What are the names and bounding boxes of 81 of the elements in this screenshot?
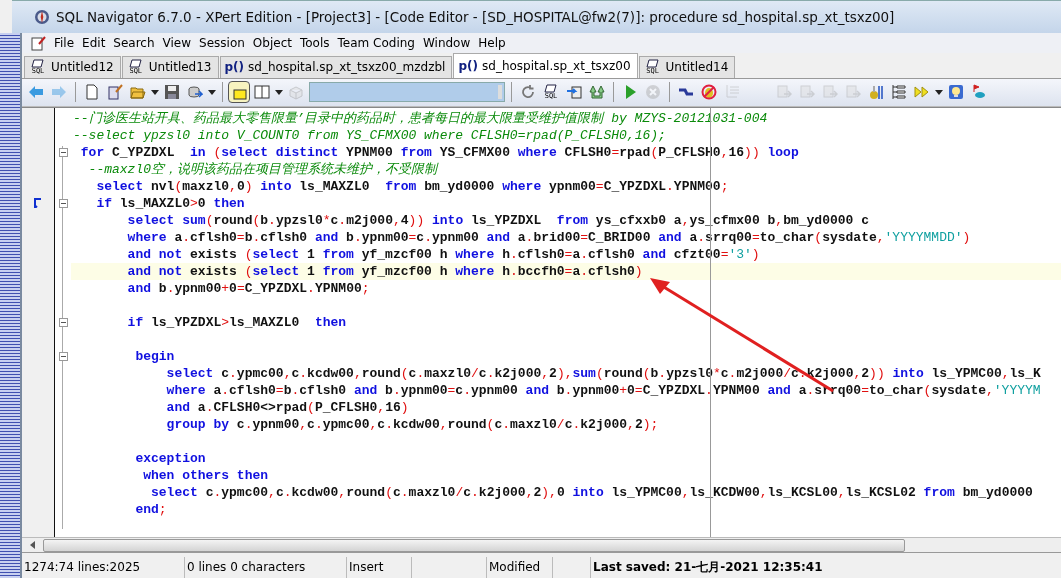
code-line: select nvl(maxzl0,0) into ls_MAXZL0 from bm_yd0000 where ypnm00=C_YPZDXL.YPNM00;	[95, 177, 730, 195]
procedure-icon: p()	[458, 58, 478, 73]
scroll-left-icon[interactable]	[30, 541, 35, 550]
code-line: select c.ypmc00,c.kcdw00,round(c.maxzl0/c.k2j000,2),0 into ls_YPMC00,ls_KCDW00,ls_KCSL00,ls_KCSL02 from bm_yd0000	[150, 483, 1034, 501]
menu-item[interactable]: View	[158, 35, 196, 50]
new-icon	[84, 84, 100, 101]
caret-icon[interactable]	[935, 89, 943, 95]
code-line: if ls_YPZDXL>ls_MAXZL0 then	[126, 313, 348, 331]
menu-item[interactable]: Window	[418, 35, 475, 50]
fold-toggle-icon[interactable]	[58, 351, 68, 361]
document-pen-icon	[30, 34, 46, 51]
code-editor[interactable]	[22, 106, 1061, 538]
refresh-icon	[520, 84, 536, 101]
code-line: select c.ypmc00,c.kcdw00,round(c.maxzl0/c.k2j000,2),sum(round(b.ypzsl0*c.m2j000/c.k2j000,2)) into ls_YPMC00,ls_K	[165, 364, 1042, 382]
open-icon	[130, 84, 146, 101]
edit-mode: Insert	[347, 557, 412, 578]
procedure-icon: p()	[224, 60, 245, 75]
copy-icon	[822, 84, 838, 101]
nobug-icon	[701, 84, 717, 101]
caret-icon[interactable]	[151, 89, 159, 95]
menu-item[interactable]: Object	[248, 35, 296, 50]
menu-item[interactable]: Edit	[78, 35, 110, 50]
code-line: if ls_MAXZL0>0 then	[95, 194, 246, 212]
lines-icon	[724, 84, 740, 101]
copy-icon	[776, 84, 792, 101]
menu-item[interactable]: Help	[474, 35, 510, 50]
selection-info: 0 lines 0 characters	[185, 557, 347, 578]
menu-item[interactable]: Session	[195, 35, 249, 50]
code-line: exception	[134, 449, 207, 467]
script-icon	[544, 84, 558, 94]
code-line: --select ypzsl0 into V_COUNT0 from YS_CFMX00 where CFLSH0=rpad(P_CFLSH0,16);	[72, 126, 667, 144]
last-saved: Last saved: 21-七月-2021 12:35:41	[592, 559, 824, 576]
tree-icon	[891, 84, 907, 101]
import-icon	[566, 84, 582, 101]
editor-tab[interactable]: p() sd_hospital.sp_xt_tsxz00_mzdzbl	[219, 55, 453, 78]
editor-tab[interactable]: p() sd_hospital.sp_xt_tsxz00	[453, 52, 638, 78]
code-line: end;	[134, 500, 168, 518]
save-icon	[164, 84, 180, 101]
compass-icon	[34, 9, 50, 25]
code-line: for C_YPZDXL in (select distinct YPNM00 from YS_CFMX00 where CFLSH0=rpad(P_CFLSH0,16)) loop	[79, 143, 800, 161]
code-line: --maxzl0空，说明该药品在项目管理系统未维护，不受限制	[87, 161, 440, 178]
fold-toggle-icon[interactable]	[58, 317, 68, 327]
horizontal-scrollbar[interactable]	[22, 537, 1061, 553]
code-line: select sum(round(b.ypzsl0*c.m2j000,4)) into ls_YPZDXL from ys_cfxxb0 a,ys_cfmx00 b,bm_yd0000 c	[126, 211, 870, 229]
script-icon	[645, 59, 660, 69]
object-field[interactable]	[309, 82, 505, 103]
fold-toggle-icon[interactable]	[58, 147, 68, 157]
up-icon	[589, 84, 605, 101]
code-line: when others then	[142, 466, 270, 484]
code-line: where a.cflsh0=b.cflsh0 and b.ypnm00=c.ypnm00 and b.ypnm00+0=C_YPZDXL.YPNM00 and a.srrq00=to_char(sysdate,'YYYYM	[165, 381, 1042, 399]
modified-status: Modified	[487, 557, 553, 578]
export-icon	[187, 84, 203, 101]
caret-icon[interactable]	[208, 89, 216, 95]
copy-icon	[845, 84, 861, 101]
split-icon	[254, 84, 270, 101]
stop-icon	[645, 84, 661, 101]
flask-icon	[868, 84, 884, 101]
code-line: and a.CFLSH0<>rpad(P_CFLSH0,16)	[165, 398, 410, 416]
fold-toggle-icon[interactable]	[58, 198, 68, 208]
bulb-icon	[948, 84, 964, 101]
dbflag-icon	[971, 84, 987, 101]
wizard-icon	[107, 84, 123, 101]
menu-item[interactable]: File	[50, 35, 79, 50]
menu-item[interactable]: Team Coding	[333, 35, 419, 50]
wizard-button[interactable]	[105, 82, 125, 103]
toggle-button[interactable]	[229, 82, 249, 103]
code-line: group by c.ypnm00,c.ypmc00,c.kcdw00,round(c.maxzl0/c.k2j000,2);	[165, 415, 660, 433]
window-title: SQL Navigator 6.7.0 - XPert Edition - [Project3] - [Code Editor - [SD_HOSPITAL@fw2(7)]: procedure sd_hospital.sp_xt_tsxz00]	[56, 9, 895, 25]
script-icon	[128, 59, 143, 69]
copy-icon	[799, 84, 815, 101]
code-line: --门诊医生站开具、药品最大零售限量’目录中的药品时，患者每日的最大限量受维护值限制 by MZYS-20121031-004	[72, 110, 769, 127]
caret-icon[interactable]	[275, 89, 283, 95]
code-line: begin	[134, 347, 176, 365]
forward-icon	[51, 84, 67, 101]
cube-icon	[288, 84, 304, 101]
cursor-position: 1274:74 lines:2025	[22, 557, 185, 578]
code-line: where a.cflsh0=b.cflsh0 and b.ypnm00=c.ypnm00 and a.brid00=C_BRID00 and a.srrq00=to_char(sysdate,'YYYYMMDD')	[126, 228, 972, 246]
menu-item[interactable]: Search	[109, 35, 159, 50]
code-line: and b.ypnm00+0=C_YPZDXL.YPNM00;	[126, 279, 371, 297]
script-icon	[31, 59, 45, 69]
menu-item[interactable]: Tools	[295, 35, 334, 50]
